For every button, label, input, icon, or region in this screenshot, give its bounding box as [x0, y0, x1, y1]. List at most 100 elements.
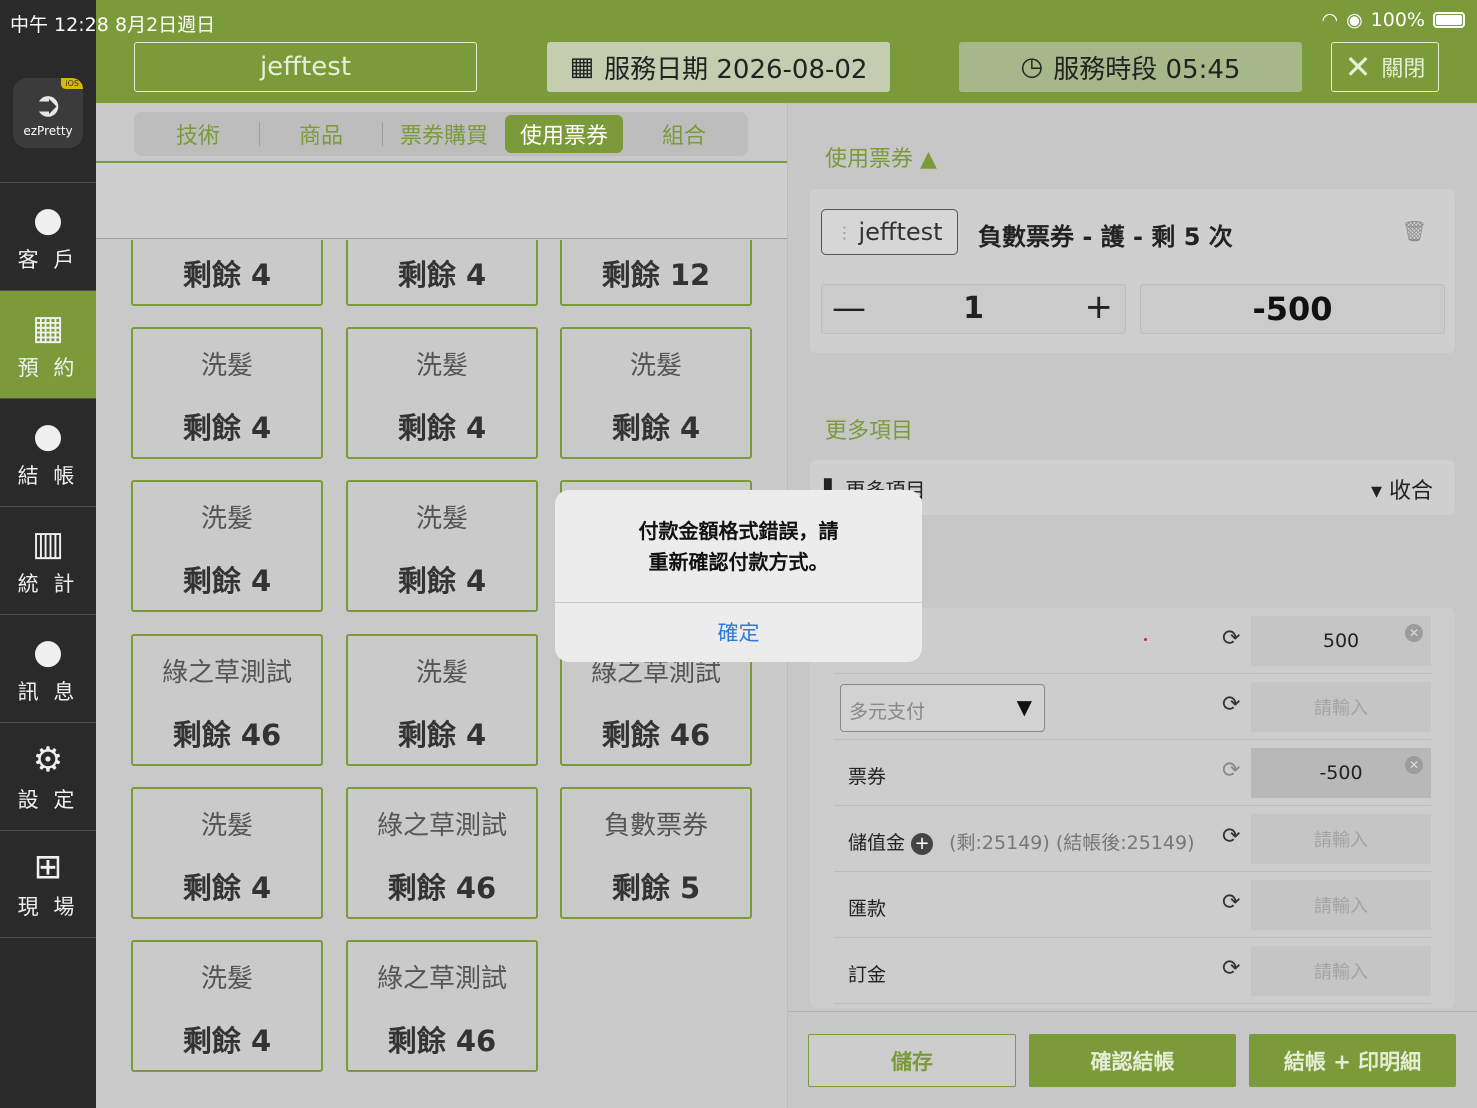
- ticket-remain: 剩餘 4: [611, 411, 701, 445]
- category-tabs: 技術 商品 票券購買 使用票券 組合: [134, 112, 748, 156]
- ticket-card[interactable]: 洗髮 剩餘 4: [346, 480, 538, 612]
- add-stored-value-icon[interactable]: +: [911, 832, 934, 855]
- orientation-lock-icon: ◉: [1346, 9, 1363, 31]
- sidebar-item-label: 訊 息: [17, 679, 79, 704]
- ticket-card[interactable]: 洗髮 剩餘 4: [131, 480, 323, 612]
- caret-up-icon: ▲: [920, 147, 937, 172]
- refresh-icon[interactable]: ⟳: [1222, 956, 1240, 981]
- main-payment-input[interactable]: 500: [1251, 616, 1431, 666]
- sidebar-item-checkout[interactable]: ● 結 帳: [0, 398, 96, 506]
- tab-products[interactable]: 商品: [262, 115, 380, 153]
- confirm-checkout-button[interactable]: 確認結帳: [1029, 1034, 1236, 1087]
- customer-button[interactable]: jefftest: [134, 42, 477, 92]
- tab-combo[interactable]: 組合: [625, 115, 743, 153]
- sidebar-item-onsite[interactable]: ⊞ 現 場: [0, 830, 96, 938]
- save-button[interactable]: 儲存: [808, 1034, 1016, 1087]
- main-payment-value: 500: [1322, 630, 1360, 652]
- ticket-card[interactable]: 洗髮 剩餘 4: [131, 940, 323, 1072]
- sidebar-item-label: 設 定: [17, 787, 79, 812]
- calendar-icon: ▦: [31, 307, 65, 348]
- tab-divider: [259, 122, 260, 146]
- close-button[interactable]: ✕ 關閉: [1331, 42, 1439, 92]
- refresh-icon[interactable]: ⟳: [1222, 692, 1240, 717]
- use-ticket-section-title[interactable]: 使用票券 ▲: [825, 141, 937, 173]
- ticket-name: 洗髮: [415, 658, 468, 688]
- trash-icon[interactable]: 🗑: [1402, 219, 1427, 243]
- person-circle-icon: ●: [33, 415, 63, 456]
- increment-button[interactable]: +: [1085, 287, 1114, 327]
- clear-icon[interactable]: ✕: [1405, 624, 1423, 642]
- multi-payment-input[interactable]: 請輸入: [1251, 682, 1431, 732]
- tab-buy-tickets[interactable]: 票券購買: [385, 115, 503, 153]
- ticket-title: 負數票券 - 護 - 剩 5 次: [978, 223, 1233, 251]
- ticket-name: 洗髮: [200, 351, 253, 381]
- ticket-card[interactable]: 洗髮 剩餘 4: [131, 787, 323, 919]
- service-time-label: 服務時段 05:45: [1053, 54, 1241, 85]
- transfer-input[interactable]: 請輸入: [1251, 880, 1431, 930]
- close-icon: ✕: [1344, 48, 1372, 86]
- clear-icon[interactable]: ✕: [1405, 756, 1423, 774]
- refresh-icon[interactable]: ⟳: [1222, 626, 1240, 651]
- bar-chart-icon: ▥: [31, 523, 65, 564]
- alert-ok-button[interactable]: 確定: [555, 602, 922, 662]
- refresh-icon[interactable]: ⟳: [1222, 824, 1240, 849]
- action-bar: 儲存 確認結帳 結帳 + 印明細: [788, 1011, 1477, 1108]
- refresh-icon[interactable]: ⟳: [1222, 758, 1240, 783]
- ticket-card[interactable]: 綠之草測試 剩餘 46: [131, 634, 323, 766]
- ticket-card[interactable]: 洗髮 剩餘 4: [131, 327, 323, 459]
- ticket-name: 負數票券: [603, 811, 708, 841]
- ticket-card[interactable]: 洗髮 剩餘 4: [346, 327, 538, 459]
- ticket-card[interactable]: 剩餘 4: [346, 240, 538, 306]
- ticket-card[interactable]: 綠之草測試 剩餘 46: [346, 787, 538, 919]
- ticket-card[interactable]: 剩餘 12: [560, 240, 752, 306]
- sidebar: iOS ➲ ezPretty ● 客 戶 ▦ 預 約 ● 結 帳 ▥ 統 計 ●…: [0, 0, 96, 1108]
- payment-row-multi: 多元支付 ▼ ⟳ 請輸入: [834, 674, 1431, 740]
- clock-icon: ◷: [1020, 52, 1044, 82]
- service-date-button[interactable]: ▦ 服務日期 2026-08-02: [547, 42, 890, 92]
- more-items-section-title: 更多項目: [825, 419, 914, 444]
- close-label: 關閉: [1381, 57, 1426, 82]
- ticket-card[interactable]: 負數票券 剩餘 5: [560, 787, 752, 919]
- ticket-remain: 剩餘 5: [611, 871, 701, 905]
- ticket-name: 綠之草測試: [376, 964, 507, 994]
- status-time: 中午 12:28: [10, 14, 109, 36]
- ticket-card[interactable]: 剩餘 4: [131, 240, 323, 306]
- ticket-card[interactable]: 綠之草測試 剩餘 46: [346, 940, 538, 1072]
- multi-payment-select[interactable]: 多元支付 ▼: [840, 684, 1045, 732]
- ticket-card[interactable]: 洗髮 剩餘 4: [560, 327, 752, 459]
- sidebar-item-messages[interactable]: ● 訊 息: [0, 614, 96, 722]
- ticket-owner-chip[interactable]: ⋮ jefftest: [821, 209, 958, 255]
- ticket-remain: 剩餘 46: [601, 718, 711, 752]
- ticket-name: 洗髮: [415, 504, 468, 534]
- alert-message: 付款金額格式錯誤，請 重新確認付款方式。: [575, 516, 902, 578]
- ticket-name: 洗髮: [200, 504, 253, 534]
- deposit-input[interactable]: 請輸入: [1251, 946, 1431, 996]
- battery-percent: 100%: [1370, 9, 1425, 31]
- ticket-remain: 剩餘 4: [182, 564, 272, 598]
- refresh-icon[interactable]: ⟳: [1222, 890, 1240, 915]
- sidebar-item-customers[interactable]: ● 客 戶: [0, 182, 96, 290]
- quantity-value: 1: [963, 291, 984, 326]
- stored-value-input[interactable]: 請輸入: [1251, 814, 1431, 864]
- service-date-label: 服務日期 2026-08-02: [604, 54, 868, 85]
- sidebar-item-label: 預 約: [17, 355, 79, 380]
- sidebar-item-settings[interactable]: ⚙ 設 定: [0, 722, 96, 830]
- multi-payment-value: 多元支付: [849, 701, 926, 723]
- ticket-amount[interactable]: -500: [1140, 284, 1445, 334]
- collapse-toggle[interactable]: ▾ 收合: [1371, 473, 1433, 505]
- payment-row-deposit: 訂金 ⟳ 請輸入: [834, 938, 1431, 1004]
- logo-badge: iOS: [61, 78, 83, 89]
- ticket-card[interactable]: 洗髮 剩餘 4: [346, 634, 538, 766]
- filter-band: [96, 163, 787, 239]
- ticket-name: 綠之草測試: [376, 811, 507, 841]
- tab-use-tickets[interactable]: 使用票券: [505, 115, 623, 153]
- checkout-print-button[interactable]: 結帳 + 印明細: [1249, 1034, 1456, 1087]
- sidebar-item-stats[interactable]: ▥ 統 計: [0, 506, 96, 614]
- dropdown-arrow-icon: ▼: [1016, 695, 1032, 719]
- ticket-payment-input[interactable]: -500: [1251, 748, 1431, 798]
- status-bar: 中午 12:28 8月2日週日 ◠ ◉ 100%: [0, 0, 1477, 40]
- grid-icon: ⊞: [33, 847, 63, 887]
- tab-technique[interactable]: 技術: [139, 115, 257, 153]
- service-time-button[interactable]: ◷ 服務時段 05:45: [959, 42, 1302, 92]
- sidebar-item-booking[interactable]: ▦ 預 約: [0, 290, 96, 398]
